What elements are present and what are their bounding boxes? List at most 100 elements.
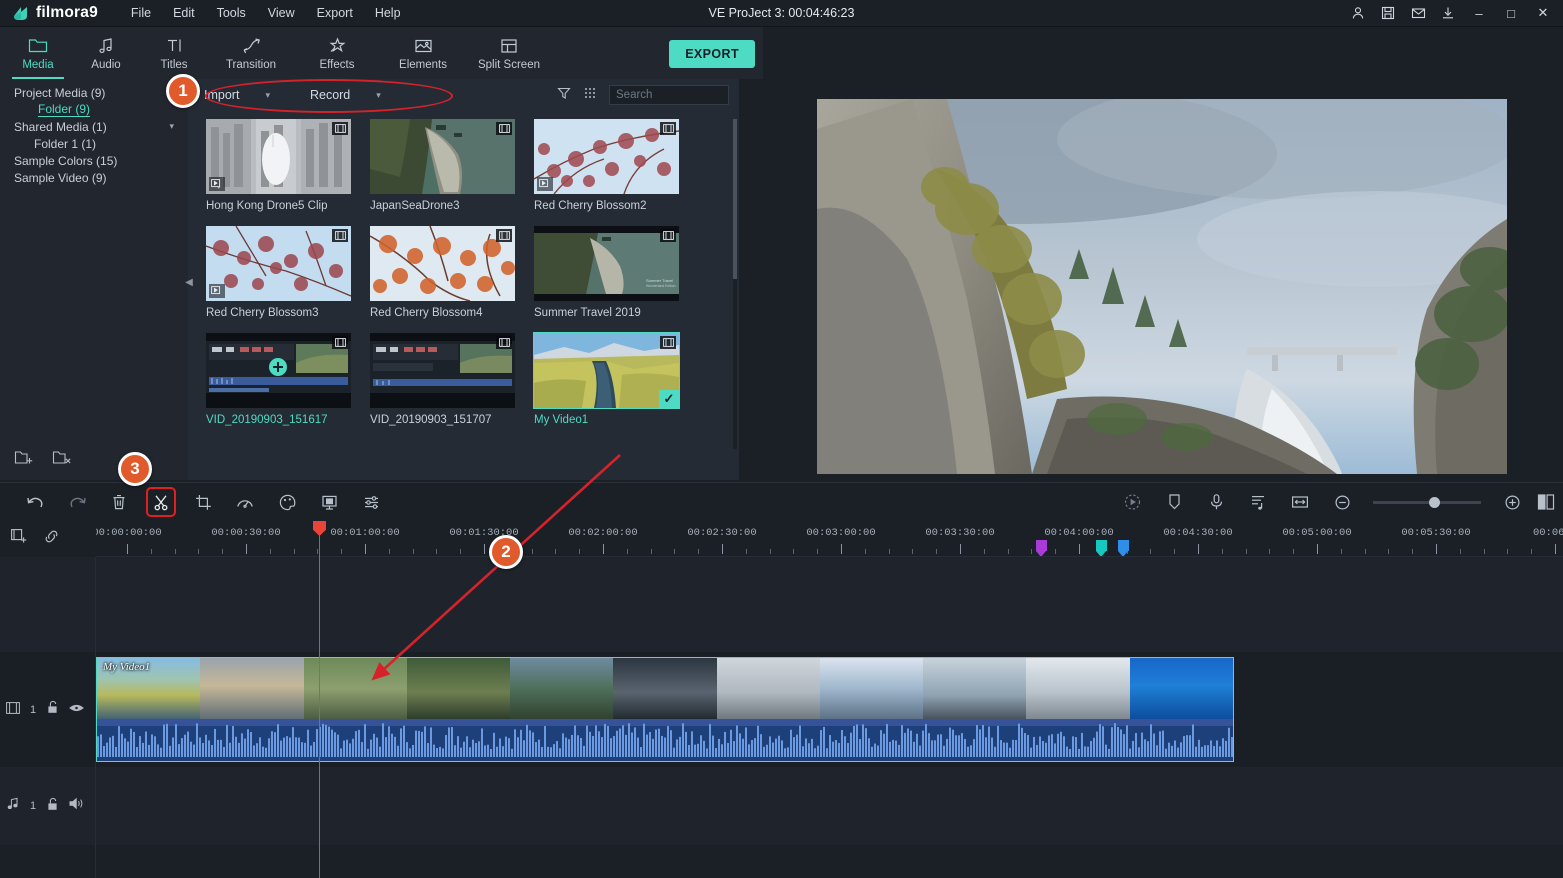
media-thumbnail[interactable]: Summer Travel Wonderland Edition — [534, 226, 679, 301]
ruler-tick-label: 00:05:30:00 — [1401, 527, 1470, 539]
ruler-tick-major — [1079, 544, 1080, 554]
sidebar-item-shared-media[interactable]: Shared Media (1) ▾ — [0, 118, 188, 135]
media-item[interactable]: JapanSeaDrone3 — [370, 119, 534, 212]
speaker-icon[interactable] — [69, 797, 85, 815]
media-item[interactable]: VID_20190903_151617 — [206, 333, 370, 426]
delete-folder-icon[interactable] — [52, 449, 72, 471]
marker-button[interactable] — [1153, 487, 1195, 517]
timeline-empty-track-area[interactable] — [0, 557, 1563, 652]
menu-export[interactable]: Export — [306, 2, 364, 24]
tab-label: Split Screen — [478, 59, 540, 71]
zoom-out-button[interactable] — [1321, 487, 1363, 517]
app-logo-text: filmora9 — [36, 4, 98, 22]
adjust-button[interactable] — [350, 487, 392, 517]
media-item-name: Red Cherry Blossom4 — [370, 307, 520, 319]
media-thumbnail[interactable] — [370, 119, 515, 194]
tab-audio[interactable]: Audio — [72, 27, 140, 79]
render-preview-button[interactable] — [1111, 487, 1153, 517]
filter-icon[interactable] — [557, 86, 571, 105]
tab-transition[interactable]: Transition — [208, 27, 294, 79]
menu-help[interactable]: Help — [364, 2, 412, 24]
delete-button[interactable] — [98, 487, 140, 517]
audio-mixer-button[interactable] — [1237, 487, 1279, 517]
crop-button[interactable] — [182, 487, 224, 517]
menu-view[interactable]: View — [257, 2, 306, 24]
panel-collapse-handle[interactable]: ◀ — [184, 270, 194, 294]
media-item[interactable]: Summer Travel Wonderland Edition Summer … — [534, 226, 698, 319]
timeline-marker[interactable] — [1036, 540, 1047, 556]
export-button[interactable]: EXPORT — [669, 40, 755, 68]
sidebar-item-sample-colors[interactable]: Sample Colors (15) — [0, 152, 188, 169]
zoom-in-button[interactable] — [1491, 487, 1533, 517]
timeline-zoom-slider[interactable] — [1373, 501, 1481, 504]
color-button[interactable] — [266, 487, 308, 517]
sidebar-item-folder-1[interactable]: Folder 1 (1) — [0, 135, 188, 152]
ruler-tick-label: 00:01:00:00 — [330, 527, 399, 539]
add-track-icon[interactable] — [10, 528, 27, 550]
zoom-slider-handle[interactable] — [1429, 497, 1440, 508]
timeline-marker[interactable] — [1118, 540, 1129, 556]
minimize-button[interactable]: – — [1463, 0, 1495, 27]
pip-button[interactable] — [308, 487, 350, 517]
grid-view-icon[interactable] — [583, 86, 597, 105]
tab-effects[interactable]: Effects — [294, 27, 380, 79]
split-scissors-button[interactable] — [148, 489, 174, 515]
tab-media[interactable]: Media — [4, 27, 72, 79]
download-icon[interactable] — [1433, 0, 1463, 27]
unlock-icon[interactable] — [46, 700, 59, 719]
media-thumbnail[interactable] — [206, 333, 351, 408]
timeline-playhead[interactable] — [319, 521, 320, 878]
timeline-marker[interactable] — [1096, 540, 1107, 556]
undo-button[interactable] — [14, 487, 56, 517]
speed-button[interactable] — [224, 487, 266, 517]
media-item[interactable]: Red Cherry Blossom4 — [370, 226, 534, 319]
link-clips-icon[interactable] — [43, 528, 60, 550]
eye-icon[interactable] — [69, 701, 84, 719]
video-track-row[interactable]: 1 — [0, 652, 1563, 767]
ruler-tick-minor — [865, 549, 866, 554]
tab-titles[interactable]: Titles — [140, 27, 208, 79]
search-box[interactable] — [609, 85, 729, 105]
media-item[interactable]: VID_20190903_151707 — [370, 333, 534, 426]
ruler-tick-major — [603, 544, 604, 554]
tab-elements[interactable]: Elements — [380, 27, 466, 79]
preview-player-panel: { } 00:00:55:24 — [739, 79, 1563, 480]
video-preview[interactable] — [817, 99, 1507, 474]
sidebar-item-sample-video[interactable]: Sample Video (9) — [0, 169, 188, 186]
save-icon[interactable] — [1373, 0, 1403, 27]
new-folder-icon[interactable] — [14, 449, 34, 471]
media-thumbnail[interactable] — [370, 333, 515, 408]
timeline-video-clip[interactable]: My Video1 — [96, 657, 1234, 762]
edit-toolbar-left — [0, 487, 392, 517]
audio-track-row[interactable]: 1 — [0, 767, 1563, 845]
mail-icon[interactable] — [1403, 0, 1433, 27]
sidebar-item-project-media[interactable]: Project Media (9) — [0, 84, 188, 101]
media-thumbnail[interactable] — [534, 119, 679, 194]
account-icon[interactable] — [1343, 0, 1373, 27]
split-view-button[interactable] — [1533, 487, 1559, 517]
media-item[interactable]: Red Cherry Blossom2 — [534, 119, 698, 212]
record-dropdown[interactable]: Record ▾ — [304, 84, 387, 106]
media-panel-scrollbar[interactable] — [733, 119, 737, 449]
media-item[interactable]: P Hong Kong Drone5 Clip — [206, 119, 370, 212]
import-dropdown[interactable]: Import ▾ — [198, 84, 276, 106]
media-thumbnail[interactable] — [370, 226, 515, 301]
sidebar-item-folder[interactable]: Folder (9) — [0, 101, 188, 118]
media-thumbnail[interactable]: P — [206, 119, 351, 194]
media-item[interactable]: Red Cherry Blossom3 — [206, 226, 370, 319]
menu-file[interactable]: File — [120, 2, 162, 24]
media-item[interactable]: ✓ My Video1 — [534, 333, 698, 426]
unlock-icon[interactable] — [46, 797, 59, 816]
close-button[interactable]: ✕ — [1527, 0, 1559, 27]
voiceover-button[interactable] — [1195, 487, 1237, 517]
menu-edit[interactable]: Edit — [162, 2, 206, 24]
fit-timeline-button[interactable] — [1279, 487, 1321, 517]
media-thumbnail[interactable] — [206, 226, 351, 301]
menu-tools[interactable]: Tools — [206, 2, 257, 24]
media-thumbnail-selected[interactable]: ✓ — [534, 333, 679, 408]
redo-button[interactable] — [56, 487, 98, 517]
maximize-button[interactable]: □ — [1495, 0, 1527, 27]
tab-split-screen[interactable]: Split Screen — [466, 27, 552, 79]
preview-badge-icon — [209, 284, 225, 298]
chevron-down-icon[interactable]: ▾ — [169, 121, 174, 132]
